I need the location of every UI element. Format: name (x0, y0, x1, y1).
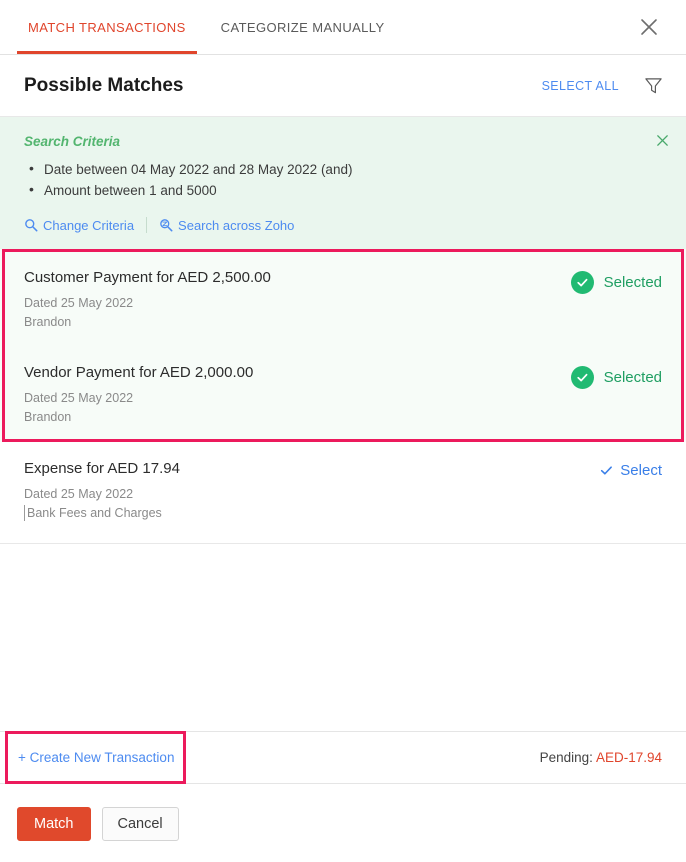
row-select-label: Selected (603, 274, 662, 291)
row-select-toggle[interactable]: Select (600, 460, 662, 479)
select-all-button[interactable]: SELECT ALL (542, 79, 619, 93)
tab-list: MATCH TRANSACTIONS CATEGORIZE MANUALLY (0, 0, 396, 54)
search-criteria-close-icon[interactable] (655, 133, 670, 148)
row-select-toggle[interactable]: Selected (570, 269, 662, 294)
search-across-zoho-button[interactable]: Search across Zoho (159, 218, 294, 233)
divider (146, 217, 148, 233)
row-select-label: Selected (603, 369, 662, 386)
match-info: Customer Payment for AED 2,500.00 Dated … (24, 269, 571, 332)
cancel-button[interactable]: Cancel (101, 807, 179, 841)
table-row[interactable]: Customer Payment for AED 2,500.00 Dated … (0, 249, 686, 346)
match-date: Dated 25 May 2022 (24, 487, 134, 501)
match-date: Dated 25 May 2022 (24, 296, 134, 310)
select-link[interactable]: Select (600, 462, 662, 479)
tab-categorize-manually-label: CATEGORIZE MANUALLY (220, 19, 385, 35)
table-row[interactable]: Expense for AED 17.94 Dated 25 May 2022 … (0, 442, 686, 544)
pending-label: Pending: (539, 750, 593, 765)
match-date: Dated 25 May 2022 (24, 391, 134, 405)
search-across-zoho-label: Search across Zoho (178, 217, 295, 233)
match-title: Vendor Payment for AED 2,000.00 (24, 364, 254, 381)
match-party: Brandon (24, 315, 72, 329)
filter-funnel-icon[interactable] (644, 76, 663, 95)
check-circle-icon (570, 366, 594, 389)
check-icon (600, 464, 620, 477)
search-criteria-item: Date between 04 May 2022 and 28 May 2022… (29, 158, 662, 180)
match-title: Expense for AED 17.94 (24, 460, 180, 477)
pending-amount: Pending: AED-17.94 (540, 750, 662, 765)
match-party: Brandon (24, 410, 72, 424)
search-criteria-panel: Search Criteria Date between 04 May 2022… (0, 117, 686, 249)
panel-header: Possible Matches SELECT ALL (0, 55, 686, 117)
match-button[interactable]: Match (17, 807, 91, 841)
change-criteria-button[interactable]: Change Criteria (24, 218, 134, 233)
create-new-transaction-button[interactable]: + Create New Transaction (5, 730, 186, 784)
match-info: Vendor Payment for AED 2,000.00 Dated 25… (24, 364, 571, 427)
possible-matches-list: Customer Payment for AED 2,500.00 Dated … (0, 249, 686, 544)
search-criteria-actions: Change Criteria Search across Zoho (24, 217, 662, 233)
tab-categorize-manually[interactable]: CATEGORIZE MANUALLY (210, 0, 396, 54)
row-select-label: Select (620, 462, 662, 479)
tab-match-transactions-label: MATCH TRANSACTIONS (28, 19, 186, 35)
check-circle-icon (570, 271, 594, 294)
search-criteria-title: Search Criteria (24, 134, 121, 149)
table-row[interactable]: Vendor Payment for AED 2,000.00 Dated 25… (0, 346, 686, 442)
search-zoho-icon (159, 218, 178, 232)
tab-bar: MATCH TRANSACTIONS CATEGORIZE MANUALLY (0, 0, 686, 55)
pending-value: AED-17.94 (595, 750, 662, 765)
search-criteria-list: Date between 04 May 2022 and 28 May 2022… (24, 158, 662, 201)
match-party: Bank Fees and Charges (24, 504, 600, 523)
create-new-transaction-label: + Create New Transaction (18, 749, 175, 765)
close-icon[interactable] (637, 15, 661, 39)
search-icon (24, 218, 43, 232)
page-title: Possible Matches (24, 74, 184, 96)
match-info: Expense for AED 17.94 Dated 25 May 2022 … (24, 460, 600, 523)
action-buttons: Match Cancel (17, 807, 179, 841)
match-title: Customer Payment for AED 2,500.00 (24, 269, 271, 286)
footer-bar: + Create New Transaction Pending: AED-17… (0, 730, 686, 784)
tab-match-transactions[interactable]: MATCH TRANSACTIONS (17, 0, 197, 54)
change-criteria-label: Change Criteria (43, 217, 135, 233)
search-criteria-item: Amount between 1 and 5000 (29, 179, 662, 201)
row-select-toggle[interactable]: Selected (570, 364, 662, 389)
